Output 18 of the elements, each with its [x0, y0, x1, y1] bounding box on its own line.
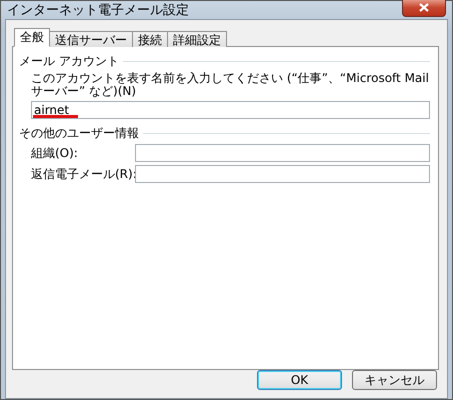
tab[interactable]: 送信サーバー	[49, 31, 133, 47]
cancel-button[interactable]: キャンセル	[352, 370, 437, 390]
window-title: インターネット電子メール設定	[7, 2, 189, 19]
account-name-field[interactable]: airnet	[31, 101, 430, 119]
field-label: 返信電子メール(R):	[31, 166, 135, 182]
close-button[interactable]	[402, 0, 446, 17]
section-heading: その他のユーザー情報	[19, 125, 139, 142]
input-field[interactable]	[135, 144, 430, 162]
tab[interactable]: 接続	[132, 31, 168, 47]
tab[interactable]: 全般	[14, 28, 50, 47]
ok-button[interactable]: OK	[257, 370, 342, 390]
annotation-underline	[33, 115, 78, 118]
account-name-prompt: このアカウントを表す名前を入力してください (“仕事”、“Microsoft Mail サーバー” など)(N)	[31, 72, 430, 98]
section-heading: メール アカウント	[19, 53, 119, 70]
input-field[interactable]	[135, 165, 430, 183]
field-label: 組織(O):	[31, 144, 79, 162]
tab[interactable]: 詳細設定	[167, 31, 227, 47]
close-icon	[419, 3, 429, 12]
